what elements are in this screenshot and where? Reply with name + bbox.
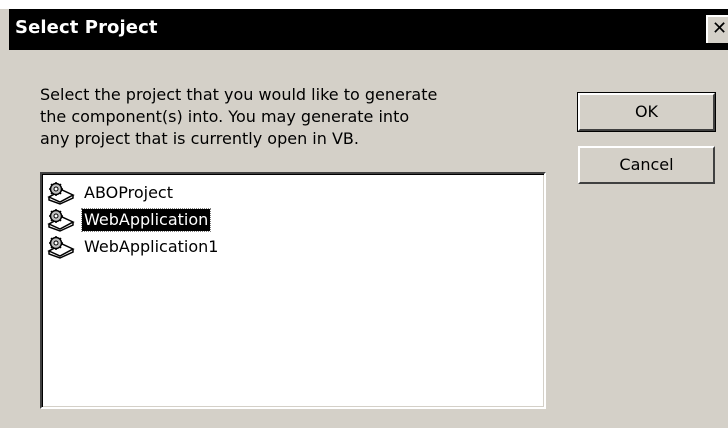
list-item-label: ABOProject: [84, 183, 173, 202]
vb-project-icon: [47, 209, 75, 232]
vb-project-icon: [47, 236, 75, 259]
list-item[interactable]: WebApplication: [46, 207, 212, 233]
dialog-title: Select Project: [15, 17, 158, 38]
list-item-label: WebApplication1: [84, 237, 219, 256]
list-item[interactable]: WebApplication1: [46, 234, 220, 260]
list-item[interactable]: ABOProject: [46, 180, 175, 206]
vb-project-icon: [47, 182, 75, 205]
cancel-button[interactable]: Cancel: [578, 146, 715, 184]
close-icon: ✕: [711, 18, 728, 39]
list-item-label: WebApplication: [80, 208, 212, 232]
close-button[interactable]: ✕: [706, 15, 728, 43]
ok-button[interactable]: OK: [578, 93, 715, 131]
select-project-dialog: Select Project ✕ Select the project that…: [0, 0, 728, 428]
instructions-text: Select the project that you would like t…: [40, 85, 438, 148]
project-listbox[interactable]: ABOProject WebApplication WebApplication…: [40, 172, 546, 409]
title-bar: Select Project ✕: [9, 9, 728, 50]
